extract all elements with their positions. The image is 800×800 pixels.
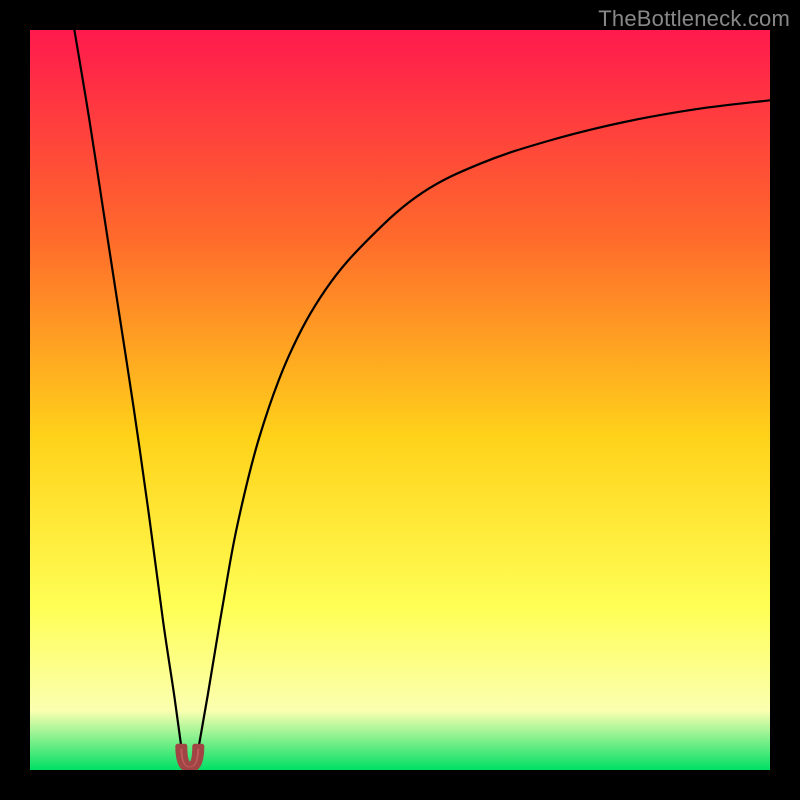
chart-canvas bbox=[30, 30, 770, 770]
gradient-background bbox=[30, 30, 770, 770]
outer-frame: TheBottleneck.com bbox=[0, 0, 800, 800]
plot-area bbox=[30, 30, 770, 770]
watermark-text: TheBottleneck.com bbox=[598, 6, 790, 32]
